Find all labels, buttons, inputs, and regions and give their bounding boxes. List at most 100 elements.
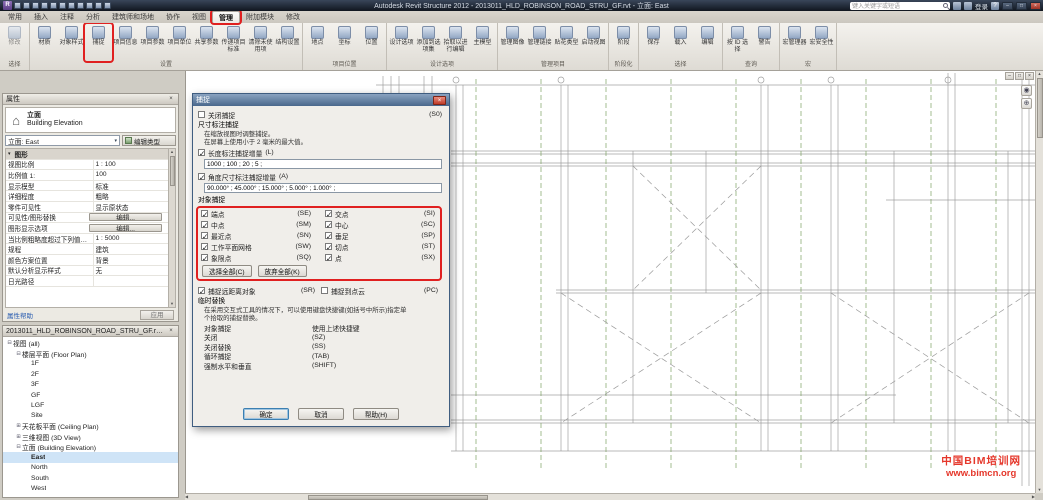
ribbon-button[interactable]: 编辑	[694, 24, 721, 61]
search-input[interactable]: 键入关键字或短语	[850, 2, 950, 10]
app-menu-button[interactable]: R	[3, 1, 12, 10]
snaps-dialog-close-button[interactable]: ×	[433, 96, 446, 105]
tag-icon[interactable]	[77, 2, 84, 9]
ribbon-button[interactable]: 设计选项	[388, 24, 415, 61]
tree-item[interactable]: South	[3, 473, 178, 483]
ribbon-tab[interactable]: 附加模块	[240, 11, 280, 23]
property-value[interactable]: 显示原状态	[93, 202, 168, 212]
ribbon-tab[interactable]: 视图	[186, 11, 212, 23]
check-none-button[interactable]: 放弃全部(K)	[258, 265, 307, 277]
ribbon-button[interactable]: 结构设置	[274, 24, 301, 61]
ribbon-button[interactable]: 项目信息	[112, 24, 139, 61]
snap-distant-checkbox[interactable]	[198, 287, 205, 294]
ribbon-button[interactable]: 拾取以进行编辑	[442, 24, 469, 61]
edit-type-button[interactable]: 编辑类型	[122, 135, 176, 146]
section-icon[interactable]	[95, 2, 102, 9]
properties-header[interactable]: 属性 ×	[3, 94, 178, 105]
angle-increments-checkb[interactable]	[198, 173, 205, 180]
scroll-up-icon[interactable]: ▲	[1038, 71, 1042, 77]
ribbon-tab[interactable]: 注释	[54, 11, 80, 23]
ribbon-button[interactable]: 警告	[751, 24, 778, 61]
property-value[interactable]: 粗略	[93, 191, 168, 201]
snap-checkbox[interactable]	[201, 243, 208, 250]
property-value[interactable]: 建筑	[93, 244, 168, 254]
apply-button[interactable]: 应用	[140, 310, 174, 320]
ribbon-tab[interactable]: 建筑师和场地	[106, 11, 160, 23]
properties-scrollbar[interactable]: ▲ ▼	[168, 149, 175, 307]
minimize-button[interactable]: –	[1002, 2, 1013, 10]
help-button[interactable]: 帮助(H)	[353, 408, 399, 420]
project-browser-header[interactable]: 2013011_HLD_ROBINSON_ROAD_STRU_GF.rvt - …	[3, 326, 178, 337]
scroll-down-icon[interactable]: ▼	[170, 301, 174, 307]
tree-item[interactable]: ⊞ 三维视图 (3D View)	[3, 432, 178, 442]
snap-checkbox[interactable]	[201, 232, 208, 239]
angle-increments-input[interactable]	[204, 183, 442, 193]
instance-selector[interactable]: 立面: East ▾	[5, 135, 120, 146]
length-increments-checkbox[interactable]	[198, 149, 205, 156]
view-minimize-icon[interactable]: –	[1005, 72, 1014, 80]
ribbon-button[interactable]: 对象样式	[58, 24, 85, 61]
tree-item[interactable]: GF	[3, 390, 178, 400]
vertical-scroll-thumb[interactable]	[1037, 78, 1043, 138]
snap-checkbox[interactable]	[201, 254, 208, 261]
sign-in-button[interactable]: 登录	[975, 1, 988, 11]
ok-button[interactable]: 确定	[243, 408, 289, 420]
property-value[interactable]: 1 : 5000	[93, 234, 168, 244]
ribbon-button[interactable]: 项目单位	[166, 24, 193, 61]
vertical-scrollbar[interactable]: ▲ ▼	[1035, 71, 1043, 493]
communication-center-icon[interactable]	[953, 2, 961, 10]
ribbon-button[interactable]: 地点	[304, 24, 331, 61]
ribbon-button[interactable]: 保存	[640, 24, 667, 61]
thin-lines-icon[interactable]	[104, 2, 111, 9]
snap-checkbox[interactable]	[201, 221, 208, 228]
print-icon[interactable]	[50, 2, 57, 9]
ribbon-button[interactable]: 添加到选项集	[415, 24, 442, 61]
tree-expander-icon[interactable]: ⊞	[15, 434, 22, 440]
tree-item[interactable]: 3F	[3, 380, 178, 390]
property-value[interactable]: 背景	[93, 255, 168, 265]
snap-checkbox[interactable]	[325, 221, 332, 228]
property-value[interactable]: 编辑...	[89, 213, 162, 221]
tree-item[interactable]: 1F	[3, 359, 178, 369]
properties-close-icon[interactable]: ×	[167, 96, 175, 102]
tree-item[interactable]: 2F	[3, 369, 178, 379]
snap-pointcloud-checkbox[interactable]	[321, 287, 328, 294]
snaps-dialog-titlebar[interactable]: 捕捉 ×	[193, 94, 449, 106]
measure-icon[interactable]	[59, 2, 66, 9]
horizontal-scroll-thumb[interactable]	[308, 495, 488, 500]
project-browser-close-icon[interactable]: ×	[167, 328, 175, 334]
ribbon-button[interactable]: 启动视图	[580, 24, 607, 61]
scroll-right-icon[interactable]: ▶	[1032, 494, 1035, 500]
ribbon-tab[interactable]: 常用	[2, 11, 28, 23]
property-value[interactable]: 标准	[93, 181, 168, 191]
tree-item[interactable]: ⊟ 立面 (Building Elevation)	[3, 442, 178, 452]
tree-item[interactable]: ⊟ 楼层平面 (Floor Plan)	[3, 348, 178, 358]
ribbon-button[interactable]: 管理图像	[499, 24, 526, 61]
help-icon[interactable]: ?	[991, 2, 999, 10]
snaps-off-checkbox[interactable]	[198, 111, 205, 118]
ribbon-tab[interactable]: 管理	[212, 11, 240, 23]
close-button[interactable]: ×	[1030, 2, 1041, 10]
view-close-icon[interactable]: ×	[1025, 72, 1034, 80]
tree-item[interactable]: ⊟ 视图 (all)	[3, 338, 178, 348]
dimension-icon[interactable]	[68, 2, 75, 9]
snap-checkbox[interactable]	[201, 210, 208, 217]
ribbon-button[interactable]: 捕捉	[85, 24, 112, 61]
scroll-down-icon[interactable]: ▼	[1038, 487, 1042, 493]
tree-expander-icon[interactable]: ⊞	[15, 423, 22, 429]
check-all-button[interactable]: 选择全部(C)	[202, 265, 252, 277]
open-icon[interactable]	[14, 2, 21, 9]
ribbon-button[interactable]: 按 ID 选择	[724, 24, 751, 61]
tree-expander-icon[interactable]: ⊟	[6, 340, 13, 346]
view-restore-icon[interactable]: □	[1015, 72, 1024, 80]
property-value[interactable]: 编辑...	[89, 224, 162, 232]
cancel-button[interactable]: 取消	[298, 408, 344, 420]
snap-checkbox[interactable]	[325, 243, 332, 250]
ribbon-button[interactable]: 项目参数	[139, 24, 166, 61]
snap-checkbox[interactable]	[325, 232, 332, 239]
ribbon-button[interactable]: 材质	[31, 24, 58, 61]
tree-item[interactable]: East	[3, 452, 178, 462]
ribbon-button[interactable]: 主模型	[469, 24, 496, 61]
length-increments-input[interactable]	[204, 159, 442, 169]
ribbon-tab[interactable]: 协作	[160, 11, 186, 23]
